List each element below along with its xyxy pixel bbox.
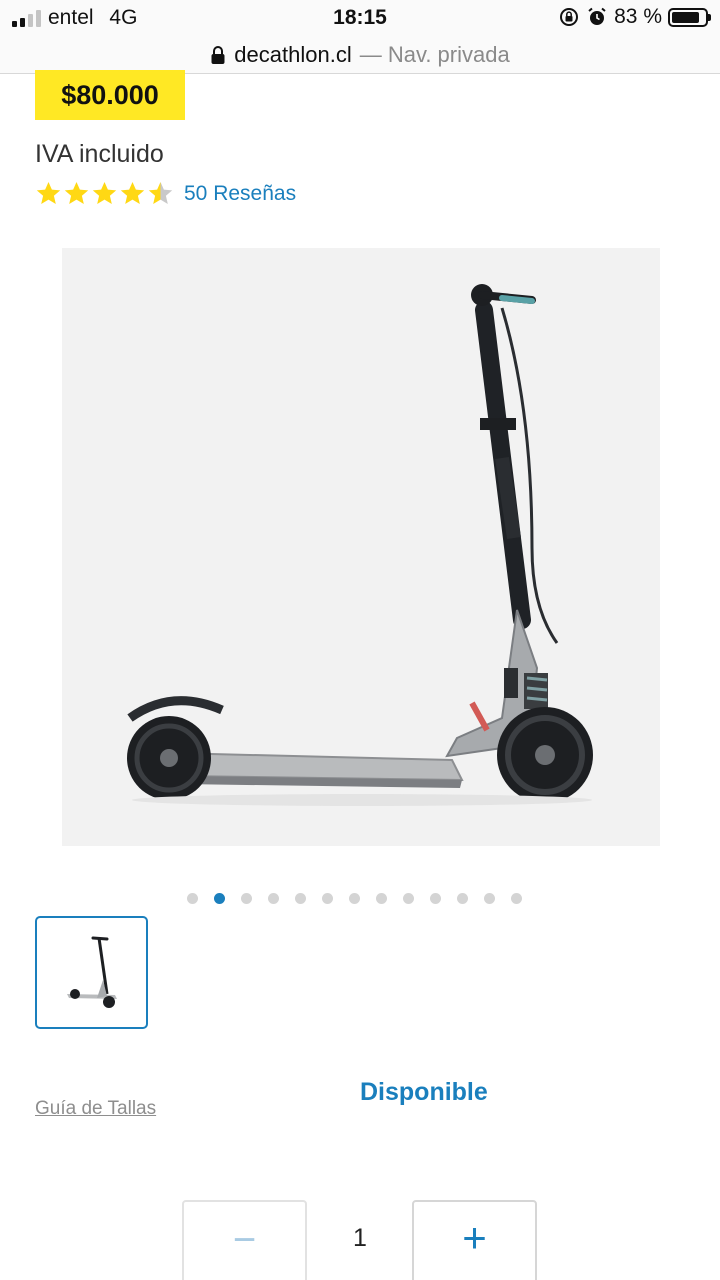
quantity-increase-button[interactable]: + — [412, 1200, 537, 1280]
rotation-lock-icon — [560, 8, 579, 26]
alarm-icon — [588, 7, 606, 25]
carousel-dot[interactable] — [376, 893, 387, 904]
star-icon — [92, 182, 117, 204]
battery-percentage: 83 % — [614, 5, 662, 28]
battery-icon — [668, 7, 711, 27]
availability-status: Disponible — [360, 1078, 488, 1106]
price-badge: $80.000 — [35, 70, 185, 120]
vat-note: IVA incluido — [35, 140, 164, 168]
star-icon — [64, 182, 89, 204]
carousel-dot[interactable] — [430, 893, 441, 904]
carousel-dot[interactable] — [268, 893, 279, 904]
scooter-image — [127, 284, 593, 806]
carousel-dot[interactable] — [349, 893, 360, 904]
carousel-dot[interactable] — [403, 893, 414, 904]
url-domain: decathlon.cl — [234, 41, 352, 67]
carousel-dot[interactable] — [214, 893, 225, 904]
carousel-dot[interactable] — [457, 893, 468, 904]
star-icon — [36, 182, 61, 204]
product-thumbnail[interactable] — [35, 916, 148, 1029]
quantity-decrease-button[interactable]: − — [182, 1200, 307, 1280]
carousel-dot[interactable] — [484, 893, 495, 904]
status-bar: entel 4G 18:15 83 % — [0, 0, 720, 36]
rating-stars — [35, 180, 174, 207]
status-right: 83 % — [558, 5, 711, 29]
size-guide-link[interactable]: Guía de Tallas — [35, 1098, 156, 1120]
carousel-dot[interactable] — [322, 893, 333, 904]
product-image[interactable] — [62, 248, 660, 846]
carousel-dot[interactable] — [295, 893, 306, 904]
lock-icon — [211, 45, 225, 64]
carousel-dot[interactable] — [187, 893, 198, 904]
url-bar[interactable]: decathlon.cl — Nav. privada — [0, 36, 720, 74]
carousel-dots — [187, 893, 522, 904]
private-mode-label: — Nav. privada — [359, 41, 510, 67]
half-star-icon — [148, 182, 173, 204]
scooter-thumbnail-image — [67, 936, 117, 1008]
battery-fill — [672, 11, 699, 23]
quantity-value[interactable]: 1 — [330, 1224, 390, 1253]
carousel-dot[interactable] — [241, 893, 252, 904]
carousel-dot[interactable] — [511, 893, 522, 904]
reviews-link[interactable]: 50 Reseñas — [184, 182, 296, 206]
star-icon — [120, 182, 145, 204]
rating: 50 Reseñas — [35, 180, 296, 207]
